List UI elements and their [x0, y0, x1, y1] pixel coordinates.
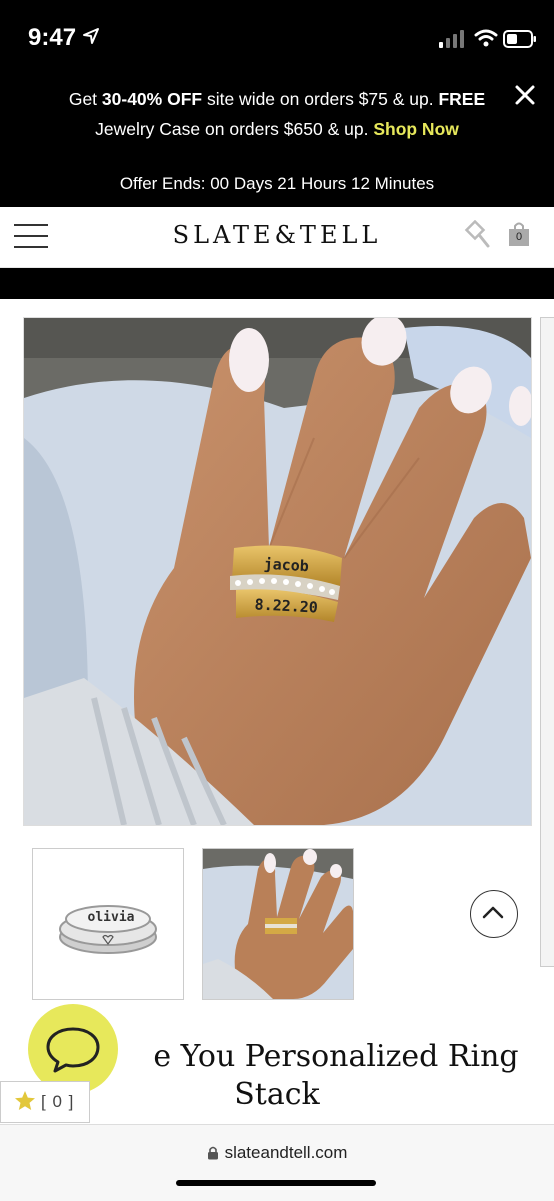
url-text: slateandtell.com — [224, 1143, 348, 1162]
search-icon[interactable] — [463, 220, 491, 250]
cart-count: 0 — [515, 231, 523, 243]
next-slide-peek — [540, 317, 554, 967]
silver-rings-thumbnail-image: olivia — [59, 905, 157, 954]
thumbnail-silver-rings[interactable]: olivia — [32, 848, 184, 1000]
browser-url-bar: slateandtell.com — [0, 1124, 554, 1201]
promo-free: FREE — [438, 89, 486, 109]
thumbnail-hand-rings[interactable] — [202, 848, 354, 1000]
ring-engraving-top: jacob — [263, 555, 309, 575]
promo-message: Get 30-40% OFF site wide on orders $75 &… — [40, 84, 514, 144]
promo-text-mid: site wide on orders $75 & up. — [202, 89, 439, 109]
battery-icon — [503, 30, 536, 48]
product-main-image[interactable]: jacob 8.22.20 — [23, 317, 532, 826]
location-arrow-icon — [83, 28, 99, 44]
offer-countdown: Offer Ends: 00 Days 21 Hours 12 Minutes — [119, 174, 435, 193]
hand-with-ring-stack-photo: jacob 8.22.20 — [24, 318, 531, 825]
hand-rings-thumbnail-image — [203, 849, 353, 999]
promo-banner: Get 30-40% OFF site wide on orders $75 &… — [0, 80, 554, 207]
promo-discount: 30-40% OFF — [101, 89, 203, 109]
thumbnail-engraving: olivia — [88, 910, 135, 925]
scroll-to-top-button[interactable] — [470, 890, 518, 938]
cellular-signal-icon — [439, 30, 464, 48]
url-field[interactable]: slateandtell.com — [0, 1143, 554, 1163]
product-title-line2: Stack — [234, 1077, 320, 1112]
star-icon — [15, 1091, 35, 1110]
wifi-icon — [474, 29, 498, 47]
black-bar — [0, 268, 554, 299]
close-icon[interactable] — [512, 82, 538, 108]
promo-text-end: Jewelry Case on orders $650 & up. — [95, 119, 374, 139]
reviews-tab[interactable]: [ 0 ] — [0, 1081, 90, 1123]
lock-icon — [207, 1146, 218, 1160]
status-time: 9:47 — [28, 24, 77, 51]
cart-button[interactable]: 0 — [508, 221, 530, 247]
home-indicator — [176, 1180, 376, 1186]
status-bar: 9:47 — [0, 0, 554, 80]
ring-engraving-bottom: 8.22.20 — [254, 595, 318, 616]
review-count: [ 0 ] — [41, 1092, 75, 1111]
chevron-up-icon — [482, 906, 503, 918]
shop-now-link[interactable]: Shop Now — [373, 119, 459, 139]
promo-text-prefix: Get — [68, 89, 102, 109]
